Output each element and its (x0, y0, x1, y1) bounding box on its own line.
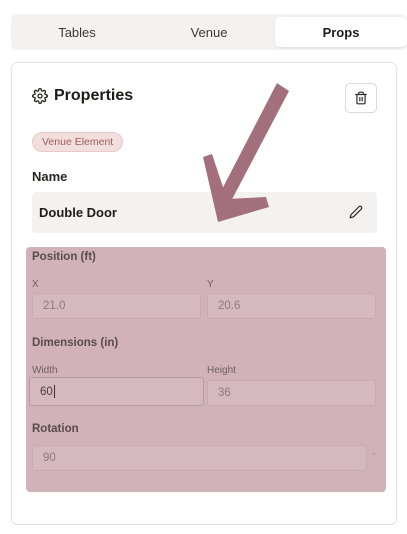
highlight-overlay: Position (ft) X 21.0 Y 20.6 Dimensions (… (26, 247, 386, 492)
width-label: Width (32, 365, 58, 376)
panel-title: Properties (54, 87, 134, 104)
gear-icon (32, 88, 48, 104)
tab-venue[interactable]: Venue (143, 14, 275, 50)
rotation-degree-suffix: ° (372, 451, 376, 461)
width-value: 60 (40, 385, 53, 398)
properties-header: Properties (32, 87, 133, 105)
dimensions-title: Dimensions (in) (32, 337, 119, 349)
venue-element-badge: Venue Element (32, 132, 124, 152)
pencil-icon[interactable] (349, 205, 363, 219)
height-input[interactable]: 36 (207, 380, 376, 406)
text-caret (53, 385, 55, 398)
name-value: Double Door (39, 205, 117, 220)
x-label: X (32, 279, 39, 290)
name-field[interactable]: Double Door (32, 192, 377, 233)
name-label: Name (32, 169, 68, 184)
y-label: Y (207, 279, 214, 290)
height-label: Height (207, 365, 236, 376)
y-input[interactable]: 20.6 (207, 293, 376, 319)
tab-tables[interactable]: Tables (11, 14, 143, 50)
rotation-title: Rotation (32, 423, 79, 435)
trash-icon (355, 91, 367, 105)
position-title: Position (ft) (32, 251, 96, 263)
tab-props[interactable]: Props (275, 17, 407, 47)
rotation-input[interactable]: 90 (32, 445, 367, 471)
tab-bar: Tables Venue Props (11, 14, 407, 50)
delete-button[interactable] (345, 83, 377, 113)
x-input[interactable]: 21.0 (32, 293, 201, 319)
width-input[interactable]: 60 (29, 377, 204, 406)
